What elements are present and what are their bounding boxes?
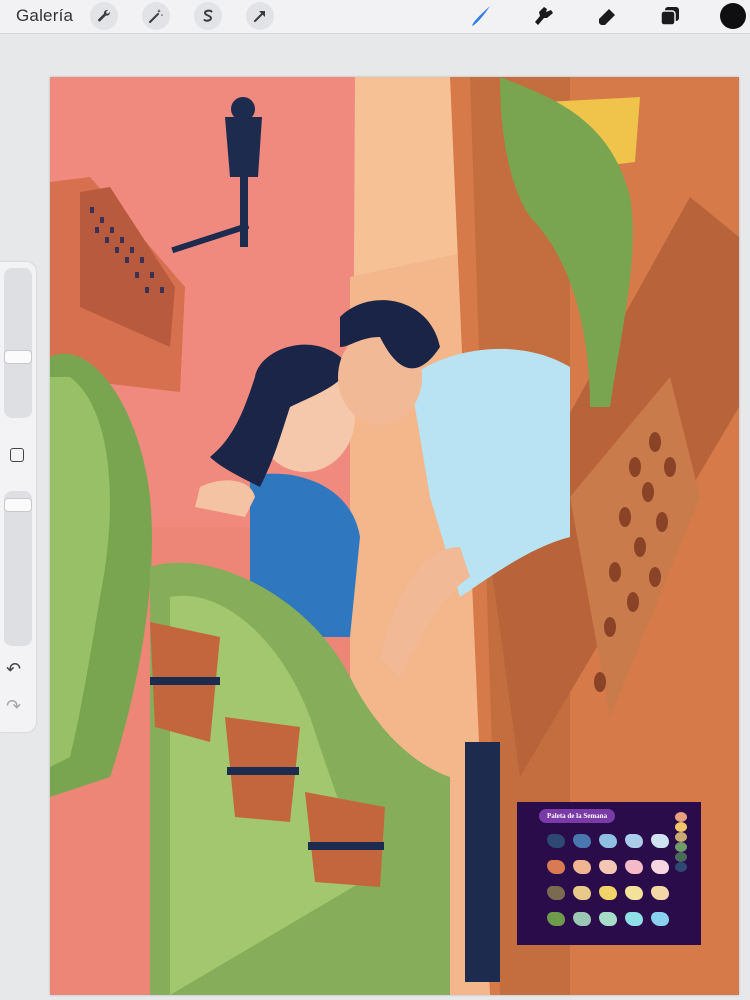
brush-size-thumb[interactable] (4, 350, 32, 364)
palette-swatch (547, 886, 565, 900)
palette-swatch (651, 912, 669, 926)
palette-swatch (573, 886, 591, 900)
transform-arrow-icon[interactable] (246, 2, 274, 30)
palette-swatch (599, 860, 617, 874)
palette-title: Paleta de la Semana (539, 809, 616, 823)
color-picker-button[interactable] (720, 3, 746, 29)
palette-side-swatch (675, 852, 687, 862)
magic-wand-icon[interactable] (142, 2, 170, 30)
weekly-palette-card: Paleta de la Semana (517, 802, 701, 945)
brush-size-slider[interactable] (4, 268, 32, 418)
palette-swatch (625, 860, 643, 874)
palette-swatch (573, 834, 591, 848)
palette-swatch (547, 860, 565, 874)
smudge-icon[interactable] (530, 2, 558, 30)
palette-side-swatch (675, 862, 687, 872)
palette-swatch (625, 834, 643, 848)
palette-side-swatch (675, 822, 687, 832)
palette-swatch (651, 860, 669, 874)
brush-icon[interactable] (467, 2, 495, 30)
palette-swatch (547, 834, 565, 848)
gallery-button[interactable]: Galería (16, 6, 73, 26)
palette-side-swatch (675, 842, 687, 852)
palette-swatch (651, 886, 669, 900)
palette-swatch (625, 886, 643, 900)
palette-swatch (599, 886, 617, 900)
redo-icon[interactable]: ↷ (6, 697, 21, 715)
palette-swatch (573, 912, 591, 926)
wrench-icon[interactable] (90, 2, 118, 30)
palette-swatch (625, 912, 643, 926)
palette-swatch (599, 912, 617, 926)
left-sidebar: ↶ ↷ (0, 262, 36, 732)
palette-side-swatch (675, 812, 687, 822)
top-toolbar: Galería (0, 0, 750, 34)
palette-swatch (573, 860, 591, 874)
opacity-thumb[interactable] (4, 498, 32, 512)
modify-button[interactable] (10, 448, 24, 462)
layers-icon[interactable] (656, 2, 684, 30)
palette-swatch (547, 912, 565, 926)
eraser-icon[interactable] (593, 2, 621, 30)
undo-icon[interactable]: ↶ (6, 660, 21, 678)
selection-icon[interactable] (194, 2, 222, 30)
palette-side-swatch (675, 832, 687, 842)
palette-swatch (651, 834, 669, 848)
palette-swatch (599, 834, 617, 848)
opacity-slider[interactable] (4, 491, 32, 646)
